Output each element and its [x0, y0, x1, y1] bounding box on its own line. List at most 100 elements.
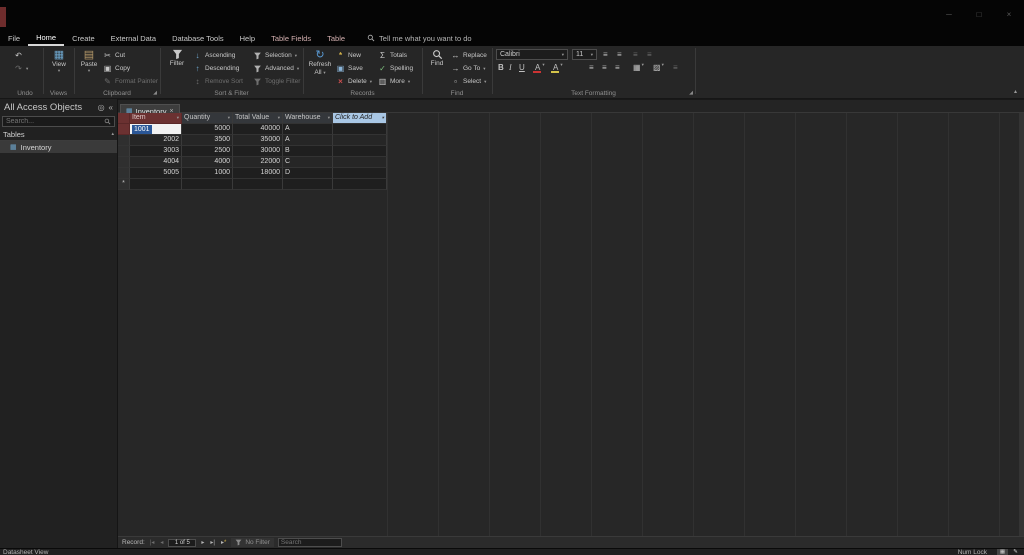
copy-button[interactable]: ▣ Copy: [103, 62, 158, 75]
italic-button[interactable]: I: [509, 63, 512, 75]
new-record-selector[interactable]: *: [118, 179, 130, 190]
gridlines-button[interactable]: ▦ ▾: [633, 62, 644, 75]
clipboard-dialog-launcher-icon[interactable]: ◢: [153, 90, 157, 96]
column-header-total-value[interactable]: Total Value ▾: [233, 113, 283, 124]
tab-table-fields[interactable]: Table Fields: [263, 30, 319, 46]
tab-external-data[interactable]: External Data: [103, 30, 164, 46]
selection-button[interactable]: Selection ▾: [253, 49, 300, 62]
filter-status-button[interactable]: No Filter: [231, 538, 274, 547]
align-left-icon[interactable]: ≡: [589, 63, 594, 75]
background-color-button[interactable]: ▨ ▾: [653, 62, 664, 75]
remove-sort-button[interactable]: ↕ Remove Sort: [193, 75, 243, 88]
cell-item[interactable]: 4004: [130, 157, 182, 168]
first-record-button[interactable]: |◂: [149, 539, 156, 546]
advanced-button[interactable]: Advanced ▾: [253, 62, 300, 75]
cell-item[interactable]: [130, 179, 182, 190]
record-position-box[interactable]: 1 of 5: [168, 538, 197, 547]
cell-total-value[interactable]: 22000: [233, 157, 283, 168]
next-record-button[interactable]: ▸: [200, 539, 205, 546]
cell-warehouse[interactable]: [283, 179, 333, 190]
shutter-close-icon[interactable]: «: [109, 103, 113, 112]
cell-click-to-add[interactable]: [333, 157, 387, 168]
cell-total-value[interactable]: 18000: [233, 168, 283, 179]
font-name-combo[interactable]: Calibri ▾: [496, 49, 568, 60]
find-button[interactable]: Find: [426, 49, 448, 68]
paste-button[interactable]: ▤ Paste ▾: [78, 49, 100, 73]
goto-button[interactable]: → Go To ▾: [451, 62, 487, 75]
delete-button[interactable]: × Delete ▾: [336, 75, 372, 88]
datasheet-view-button[interactable]: ▦: [997, 548, 1008, 555]
record-search-box[interactable]: [277, 538, 342, 547]
cell-total-value[interactable]: 35000: [233, 135, 283, 146]
filter-button[interactable]: Filter: [165, 49, 189, 68]
ascending-button[interactable]: ↓ Ascending: [193, 49, 243, 62]
align-center-icon[interactable]: ≡: [602, 63, 607, 75]
cell-click-to-add[interactable]: [333, 146, 387, 157]
underline-button[interactable]: U: [519, 63, 525, 75]
replace-button[interactable]: ↔ Replace: [451, 49, 487, 62]
row-selector[interactable]: [118, 135, 130, 146]
row-selector[interactable]: [118, 146, 130, 157]
cell-click-to-add[interactable]: [333, 124, 387, 135]
undo-button[interactable]: ↶: [14, 49, 28, 62]
minimize-button[interactable]: ─: [934, 10, 964, 19]
filter-dropdown-icon[interactable]: ▾: [228, 113, 230, 123]
text-formatting-dialog-launcher-icon[interactable]: ◢: [689, 90, 693, 96]
design-view-button[interactable]: ✎: [1010, 549, 1021, 555]
font-color-button[interactable]: A ▾: [533, 62, 545, 75]
column-header-quantity[interactable]: Quantity ▾: [182, 113, 233, 124]
tab-table[interactable]: Table: [319, 30, 353, 46]
spelling-button[interactable]: ✓ Spelling: [378, 62, 413, 75]
bullet-list-icon[interactable]: ≡: [603, 50, 608, 62]
nav-group-tables[interactable]: Tables ▴: [0, 128, 117, 141]
cell-click-to-add[interactable]: [333, 168, 387, 179]
row-selector[interactable]: [118, 124, 130, 135]
filter-dropdown-icon[interactable]: ▾: [278, 113, 280, 123]
align-right-icon[interactable]: ≡: [615, 63, 620, 75]
toggle-filter-button[interactable]: Toggle Filter: [253, 75, 300, 88]
highlight-color-button[interactable]: A ▾: [551, 62, 563, 75]
cell-item[interactable]: 3003: [130, 146, 182, 157]
select-all-corner[interactable]: [118, 113, 130, 124]
cell-click-to-add[interactable]: [333, 179, 387, 190]
column-header-item[interactable]: Item ▾: [130, 113, 182, 124]
nav-search-box[interactable]: [2, 116, 115, 127]
select-button[interactable]: ▫ Select ▾: [451, 75, 487, 88]
column-header-click-to-add[interactable]: Click to Add ▾: [333, 113, 387, 124]
cell-warehouse[interactable]: A: [283, 124, 333, 135]
cell-quantity[interactable]: 4000: [182, 157, 233, 168]
new-record-button[interactable]: * New: [336, 49, 372, 62]
vertical-scrollbar[interactable]: [1019, 113, 1024, 536]
close-button[interactable]: ×: [994, 10, 1024, 19]
row-selector[interactable]: [118, 168, 130, 179]
cell-item[interactable]: 5005: [130, 168, 182, 179]
nav-search-input[interactable]: [6, 118, 104, 125]
tab-database-tools[interactable]: Database Tools: [164, 30, 232, 46]
cell-warehouse[interactable]: D: [283, 168, 333, 179]
cell-item[interactable]: 2002: [130, 135, 182, 146]
cut-button[interactable]: ✂ Cut: [103, 49, 158, 62]
column-header-warehouse[interactable]: Warehouse ▾: [283, 113, 333, 124]
record-search-input[interactable]: [280, 539, 339, 546]
filter-dropdown-icon[interactable]: ▾: [177, 113, 179, 123]
descending-button[interactable]: ↑ Descending: [193, 62, 243, 75]
totals-button[interactable]: Σ Totals: [378, 49, 413, 62]
tab-home[interactable]: Home: [28, 30, 65, 46]
cell-quantity[interactable]: 2500: [182, 146, 233, 157]
bold-button[interactable]: B: [498, 63, 504, 75]
cell-total-value[interactable]: 30000: [233, 146, 283, 157]
row-selector[interactable]: [118, 157, 130, 168]
number-list-icon[interactable]: ≡: [617, 50, 622, 62]
cell-warehouse[interactable]: A: [283, 135, 333, 146]
nav-options-icon[interactable]: ◎: [98, 103, 105, 112]
cell-quantity[interactable]: 1000: [182, 168, 233, 179]
view-button[interactable]: ▦ View ▾: [48, 49, 70, 73]
cell-click-to-add[interactable]: [333, 135, 387, 146]
cell-quantity[interactable]: 3500: [182, 135, 233, 146]
tab-file[interactable]: File: [0, 30, 28, 46]
decrease-indent-icon[interactable]: ≡: [633, 50, 638, 62]
maximize-button[interactable]: □: [964, 10, 994, 19]
save-button[interactable]: ▣ Save: [336, 62, 372, 75]
last-record-button[interactable]: ▸|: [209, 539, 216, 546]
nav-item-inventory[interactable]: ▦ Inventory: [0, 141, 117, 153]
